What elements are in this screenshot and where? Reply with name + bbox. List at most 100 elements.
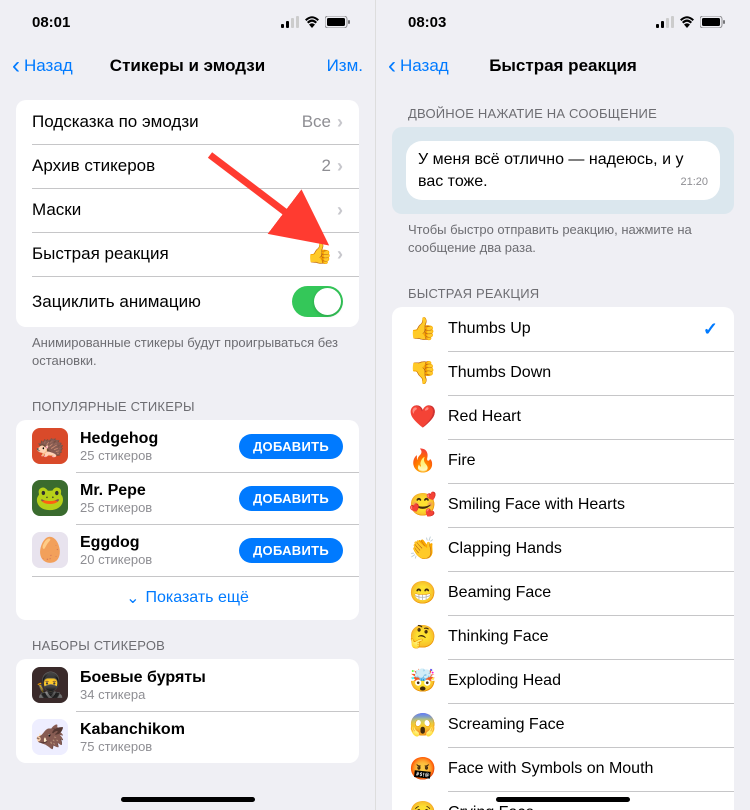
status-icons: [281, 16, 351, 28]
row-emoji-suggest[interactable]: Подсказка по эмодзи Все ›: [16, 100, 359, 144]
sticker-info: Eggdog 20 стикеров: [80, 534, 239, 567]
message-text: У меня всё отлично — надеюсь, и у вас то…: [418, 151, 683, 190]
page-title: Быстрая реакция: [489, 56, 637, 76]
reaction-row[interactable]: 🥰 Smiling Face with Hearts: [392, 483, 734, 527]
sticker-info: Hedgehog 25 стикеров: [80, 430, 239, 463]
battery-icon: [700, 16, 726, 28]
reaction-name: Crying Face: [448, 804, 718, 810]
reaction-row[interactable]: ❤️ Red Heart: [392, 395, 734, 439]
row-label: Быстрая реакция: [32, 244, 307, 264]
row-label: Подсказка по эмодзи: [32, 112, 302, 132]
reaction-name: Exploding Head: [448, 672, 718, 690]
message-preview: У меня всё отлично — надеюсь, и у вас то…: [392, 127, 734, 214]
chevron-left-icon: ‹: [12, 54, 20, 78]
cellular-icon: [656, 16, 674, 28]
show-more-label: Показать ещё: [145, 589, 248, 607]
sticker-name: Mr. Pepe: [80, 482, 239, 500]
row-label: Зациклить анимацию: [32, 292, 292, 312]
sticker-row[interactable]: 🦔 Hedgehog 25 стикеров ДОБАВИТЬ: [16, 420, 359, 472]
reaction-emoji-icon: 😁: [408, 580, 438, 606]
battery-icon: [325, 16, 351, 28]
reaction-row[interactable]: 😱 Screaming Face: [392, 703, 734, 747]
reaction-emoji-icon: 🥰: [408, 492, 438, 518]
sticker-pack-row[interactable]: 🥷 Боевые буряты 34 стикера: [16, 659, 359, 711]
reaction-name: Thumbs Up: [448, 320, 703, 338]
thumbs-up-icon: 👍: [307, 242, 333, 266]
loop-animation-toggle[interactable]: [292, 286, 343, 317]
status-icons: [656, 16, 726, 28]
row-sticker-archive[interactable]: Архив стикеров 2 ›: [16, 144, 359, 188]
add-sticker-button[interactable]: ДОБАВИТЬ: [239, 434, 343, 459]
reaction-emoji-icon: 🤬: [408, 756, 438, 782]
sticker-count: 25 стикеров: [80, 448, 239, 463]
double-tap-header: ДВОЙНОЕ НАЖАТИЕ НА СООБЩЕНИЕ: [376, 88, 750, 127]
reaction-row[interactable]: 🤔 Thinking Face: [392, 615, 734, 659]
reaction-name: Screaming Face: [448, 716, 718, 734]
sticker-icon: 🐸: [32, 480, 68, 516]
nav-bar: ‹ Назад Быстрая реакция: [376, 44, 750, 88]
sticker-packs-header: НАБОРЫ СТИКЕРОВ: [0, 620, 375, 659]
row-masks[interactable]: Маски ›: [16, 188, 359, 232]
reaction-row[interactable]: 👍 Thumbs Up ✓: [392, 307, 734, 351]
sticker-count: 34 стикера: [80, 687, 343, 702]
status-bar: 08:01: [0, 0, 375, 44]
section-footer: Чтобы быстро отправить реакцию, нажмите …: [376, 214, 750, 268]
message-bubble[interactable]: У меня всё отлично — надеюсь, и у вас то…: [406, 141, 720, 200]
reaction-name: Beaming Face: [448, 584, 718, 602]
reaction-emoji-icon: 🤯: [408, 668, 438, 694]
sticker-row[interactable]: 🐸 Mr. Pepe 25 стикеров ДОБАВИТЬ: [16, 472, 359, 524]
sticker-icon: 🦔: [32, 428, 68, 464]
phone-left: 08:01 ‹ Назад Стикеры и эмодзи Изм. Подс…: [0, 0, 375, 810]
home-indicator[interactable]: [121, 797, 255, 802]
reaction-name: Fire: [448, 452, 718, 470]
sticker-info: Kabanchikom 75 стикеров: [80, 721, 343, 754]
sticker-row[interactable]: 🥚 Eggdog 20 стикеров ДОБАВИТЬ: [16, 524, 359, 576]
popular-stickers-header: ПОПУЛЯРНЫЕ СТИКЕРЫ: [0, 381, 375, 420]
back-button[interactable]: ‹ Назад: [388, 54, 449, 78]
message-time: 21:20: [680, 175, 708, 190]
sticker-count: 20 стикеров: [80, 552, 239, 567]
section-footer: Анимированные стикеры будут проигрыватьс…: [0, 327, 375, 381]
reactions-group: 👍 Thumbs Up ✓ 👎 Thumbs Down ❤️ Red Heart…: [392, 307, 734, 810]
row-quick-reaction[interactable]: Быстрая реакция 👍 ›: [16, 232, 359, 276]
page-title: Стикеры и эмодзи: [110, 56, 265, 76]
sticker-pack-row[interactable]: 🐗 Kabanchikom 75 стикеров: [16, 711, 359, 763]
content-right[interactable]: ДВОЙНОЕ НАЖАТИЕ НА СООБЩЕНИЕ У меня всё …: [376, 88, 750, 810]
status-time: 08:01: [32, 14, 70, 31]
sticker-name: Hedgehog: [80, 430, 239, 448]
add-sticker-button[interactable]: ДОБАВИТЬ: [239, 538, 343, 563]
status-bar: 08:03: [376, 0, 750, 44]
reaction-row[interactable]: 🔥 Fire: [392, 439, 734, 483]
cellular-icon: [281, 16, 299, 28]
reaction-row[interactable]: 😁 Beaming Face: [392, 571, 734, 615]
back-label: Назад: [400, 56, 449, 76]
reaction-name: Red Heart: [448, 408, 718, 426]
row-value: 2: [322, 156, 331, 176]
reaction-emoji-icon: 🤔: [408, 624, 438, 650]
reaction-name: Thumbs Down: [448, 364, 718, 382]
row-loop-animation[interactable]: Зациклить анимацию: [16, 276, 359, 327]
back-button[interactable]: ‹ Назад: [12, 54, 73, 78]
show-more-button[interactable]: ⌄ Показать ещё: [16, 576, 359, 620]
chevron-right-icon: ›: [337, 244, 343, 265]
add-sticker-button[interactable]: ДОБАВИТЬ: [239, 486, 343, 511]
reaction-name: Face with Symbols on Mouth: [448, 760, 718, 778]
reaction-emoji-icon: 👏: [408, 536, 438, 562]
reaction-row[interactable]: 🤬 Face with Symbols on Mouth: [392, 747, 734, 791]
row-value: Все: [302, 112, 331, 132]
chevron-down-icon: ⌄: [126, 588, 139, 608]
reaction-row[interactable]: 👎 Thumbs Down: [392, 351, 734, 395]
reaction-row[interactable]: 👏 Clapping Hands: [392, 527, 734, 571]
home-indicator[interactable]: [496, 797, 630, 802]
reaction-emoji-icon: 👍: [408, 316, 438, 342]
sticker-icon: 🐗: [32, 719, 68, 755]
edit-button[interactable]: Изм.: [327, 56, 363, 76]
sticker-icon: 🥷: [32, 667, 68, 703]
sticker-info: Mr. Pepe 25 стикеров: [80, 482, 239, 515]
reaction-emoji-icon: 🔥: [408, 448, 438, 474]
sticker-name: Eggdog: [80, 534, 239, 552]
phone-right: 08:03 ‹ Назад Быстрая реакция ДВОЙНОЕ НА…: [375, 0, 750, 810]
reaction-row[interactable]: 🤯 Exploding Head: [392, 659, 734, 703]
status-time: 08:03: [408, 14, 446, 31]
content-left[interactable]: Подсказка по эмодзи Все › Архив стикеров…: [0, 88, 375, 810]
